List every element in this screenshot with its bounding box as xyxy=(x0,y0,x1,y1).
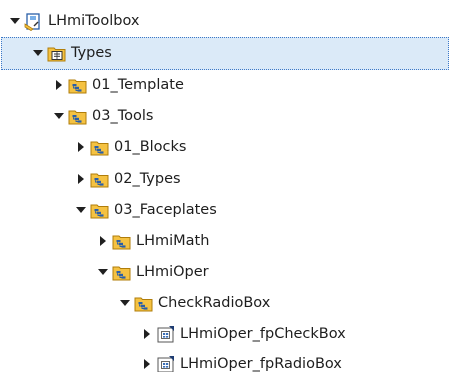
tree-item-label: Types xyxy=(71,45,112,61)
group-folder-icon xyxy=(90,201,109,220)
types-folder-icon xyxy=(47,44,66,63)
collapse-arrow-icon[interactable] xyxy=(31,46,45,60)
tree-item[interactable]: LHmiOper xyxy=(0,256,450,289)
expand-arrow-icon[interactable] xyxy=(140,357,154,371)
tree-item[interactable]: 01_Template xyxy=(0,69,450,102)
library-tree: LHmiToolbox Types 01_Template 03_Tools 01_Bl… xyxy=(0,0,450,372)
group-folder-icon xyxy=(68,76,87,95)
faceplate-type-icon xyxy=(156,325,175,344)
tree-item[interactable]: Types xyxy=(1,37,449,70)
group-folder-icon xyxy=(112,232,131,251)
group-folder-icon xyxy=(134,294,153,313)
faceplate-type-icon xyxy=(156,355,175,372)
collapse-arrow-icon[interactable] xyxy=(118,296,132,310)
tree-item-label: 03_Tools xyxy=(92,108,154,124)
tree-item-label: LHmiOper_fpCheckBox xyxy=(180,326,346,342)
tree-item-label: 02_Types xyxy=(114,171,181,187)
tree-item-label: CheckRadioBox xyxy=(158,295,271,311)
tree-item-label: LHmiOper_fpRadioBox xyxy=(180,356,342,372)
group-folder-icon xyxy=(90,170,109,189)
group-folder-icon xyxy=(68,107,87,126)
group-folder-icon xyxy=(90,138,109,157)
tree-item-label: LHmiMath xyxy=(136,233,210,249)
library-icon xyxy=(24,12,43,31)
tree-item[interactable]: 02_Types xyxy=(0,163,450,196)
collapse-arrow-icon[interactable] xyxy=(74,203,88,217)
tree-item-label: 01_Blocks xyxy=(114,139,187,155)
tree-item[interactable]: LHmiToolbox xyxy=(0,5,450,38)
collapse-arrow-icon[interactable] xyxy=(96,265,110,279)
collapse-arrow-icon[interactable] xyxy=(8,14,22,28)
tree-item-label: 01_Template xyxy=(92,77,184,93)
expand-arrow-icon[interactable] xyxy=(96,234,110,248)
expand-arrow-icon[interactable] xyxy=(74,140,88,154)
expand-arrow-icon[interactable] xyxy=(74,172,88,186)
tree-item[interactable]: LHmiMath xyxy=(0,225,450,258)
tree-item[interactable]: 01_Blocks xyxy=(0,131,450,164)
tree-item[interactable]: LHmiOper_fpCheckBox xyxy=(0,318,450,351)
tree-item[interactable]: CheckRadioBox xyxy=(0,287,450,320)
tree-item[interactable]: 03_Faceplates xyxy=(0,194,450,227)
expand-arrow-icon[interactable] xyxy=(52,78,66,92)
tree-item[interactable]: 03_Tools xyxy=(0,100,450,133)
tree-item-label: 03_Faceplates xyxy=(114,202,217,218)
collapse-arrow-icon[interactable] xyxy=(52,109,66,123)
tree-item[interactable]: LHmiOper_fpRadioBox xyxy=(0,348,450,372)
tree-item-label: LHmiOper xyxy=(136,264,209,280)
expand-arrow-icon[interactable] xyxy=(140,327,154,341)
tree-item-label: LHmiToolbox xyxy=(48,13,140,29)
group-folder-icon xyxy=(112,263,131,282)
